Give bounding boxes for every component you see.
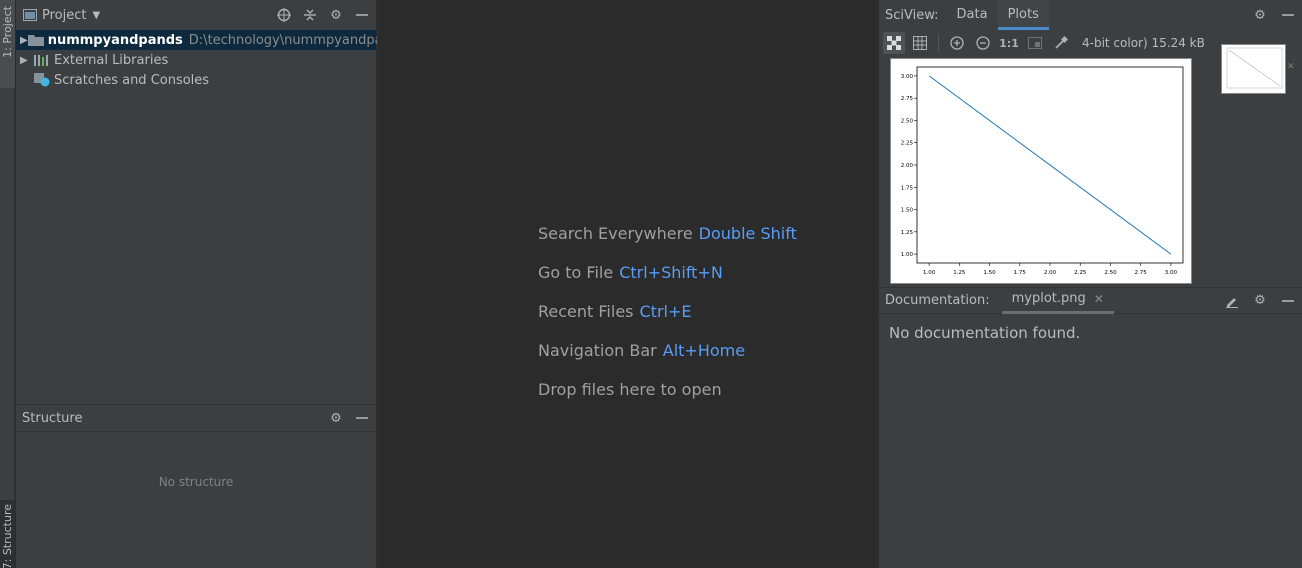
x-tick-label: 2.25 bbox=[1074, 270, 1087, 276]
x-tick-label: 2.00 bbox=[1044, 270, 1057, 276]
structure-empty-text: No structure bbox=[158, 475, 234, 489]
plot-thumbnail[interactable] bbox=[1221, 44, 1286, 94]
documentation-title: Documentation: bbox=[885, 293, 990, 308]
expand-arrow-icon[interactable]: ▶ bbox=[20, 55, 34, 66]
y-tick-label: 2.75 bbox=[901, 96, 914, 102]
tree-item-external-libraries[interactable]: ▶ External Libraries bbox=[16, 50, 376, 70]
tree-item-project-root[interactable]: ▶ nummpyandpands D:\technology\nummpyand… bbox=[16, 30, 406, 50]
sciview-tabs: SciView: Data Plots ⚙ bbox=[879, 0, 1302, 30]
x-tick-label: 1.50 bbox=[983, 270, 996, 276]
gear-icon[interactable]: ⚙ bbox=[1252, 293, 1268, 309]
editor-hints: Search Everywhere Double Shift Go to File… bbox=[538, 224, 797, 419]
x-tick-label: 2.75 bbox=[1135, 270, 1148, 276]
hint-label: Drop files here to open bbox=[538, 380, 722, 399]
hint-shortcut: Alt+Home bbox=[662, 341, 746, 360]
structure-panel-header: Structure ⚙ bbox=[16, 405, 376, 432]
tab-data[interactable]: Data bbox=[947, 0, 998, 30]
x-tick-label: 1.00 bbox=[923, 270, 936, 276]
tab-plots[interactable]: Plots bbox=[997, 0, 1049, 30]
chessboard-icon[interactable] bbox=[883, 32, 905, 54]
y-tick-label: 1.75 bbox=[901, 185, 914, 191]
y-tick-label: 1.50 bbox=[901, 208, 914, 214]
left-tool-strip: 1: Project 7: Structure bbox=[0, 0, 15, 568]
library-icon bbox=[34, 53, 50, 67]
hint-navigation-bar: Navigation Bar Alt+Home bbox=[538, 341, 797, 380]
thumbnail-chart bbox=[1226, 47, 1283, 89]
chevron-down-icon[interactable]: ▼ bbox=[92, 10, 100, 21]
expand-arrow-icon[interactable]: ▶ bbox=[20, 35, 28, 46]
series-line bbox=[928, 75, 1172, 255]
editor-area[interactable]: Search Everywhere Double Shift Go to File… bbox=[377, 0, 878, 568]
fit-to-window-icon[interactable] bbox=[1024, 32, 1046, 54]
collapse-all-icon[interactable] bbox=[302, 7, 318, 23]
ide-window: 1: Project 7: Structure Project ▼ ⚙ ▶ nu… bbox=[0, 0, 1302, 568]
documentation-body: No documentation found. bbox=[889, 324, 1081, 342]
tree-item-label: Scratches and Consoles bbox=[54, 72, 210, 88]
line-chart: 1.00 1.25 1.50 1.75 2.00 2.25 2.50 2.75 3.00 1.00… bbox=[901, 66, 1184, 276]
color-picker-icon[interactable] bbox=[1050, 32, 1072, 54]
locate-icon[interactable] bbox=[276, 7, 292, 23]
tree-item-label: nummpyandpands bbox=[47, 32, 183, 48]
minimize-icon[interactable] bbox=[354, 7, 370, 23]
y-tick-label: 2.25 bbox=[901, 141, 914, 147]
y-tick-label: 1.25 bbox=[901, 230, 914, 236]
structure-panel: Structure ⚙ No structure bbox=[16, 404, 376, 568]
grid-icon[interactable] bbox=[909, 32, 931, 54]
gear-icon[interactable]: ⚙ bbox=[328, 410, 344, 426]
hint-label: Search Everywhere bbox=[538, 224, 693, 243]
hint-drop-files: Drop files here to open bbox=[538, 380, 797, 419]
y-tick-label: 2.00 bbox=[901, 163, 914, 169]
project-panel: Project ▼ ⚙ ▶ nummpyandpands D:\technolo… bbox=[16, 0, 406, 404]
folder-icon bbox=[27, 33, 44, 47]
close-icon[interactable]: ✕ bbox=[1094, 287, 1104, 311]
structure-tool-tab[interactable]: 7: Structure bbox=[0, 500, 15, 568]
minimize-icon[interactable] bbox=[1280, 293, 1296, 309]
x-tick-label: 1.25 bbox=[953, 270, 966, 276]
actual-size-button[interactable]: 1:1 bbox=[998, 32, 1020, 54]
x-tick-label: 1.75 bbox=[1014, 270, 1027, 276]
project-panel-title[interactable]: Project bbox=[42, 8, 86, 23]
project-view-icon bbox=[22, 7, 38, 23]
project-tool-tab[interactable]: 1: Project bbox=[0, 0, 15, 88]
hint-label: Navigation Bar bbox=[538, 341, 657, 360]
hint-recent-files: Recent Files Ctrl+E bbox=[538, 302, 797, 341]
tree-item-label: External Libraries bbox=[54, 52, 169, 68]
documentation-header: Documentation: myplot.png ✕ ⚙ bbox=[879, 288, 1302, 314]
x-tick-label: 2.50 bbox=[1104, 270, 1117, 276]
hint-shortcut: Ctrl+E bbox=[639, 302, 692, 321]
structure-tool-tab-label: 7: Structure bbox=[1, 504, 14, 568]
minimize-icon[interactable] bbox=[354, 410, 370, 426]
plot-image[interactable]: 1.00 1.25 1.50 1.75 2.00 2.25 2.50 2.75 3.00 1.00… bbox=[890, 58, 1192, 284]
hint-shortcut: Double Shift bbox=[698, 224, 797, 243]
structure-panel-title: Structure bbox=[22, 410, 83, 426]
documentation-panel: Documentation: myplot.png ✕ ⚙ No documen… bbox=[879, 287, 1302, 568]
image-info: 4-bit color) 15.24 kB bbox=[1082, 36, 1205, 50]
hint-label: Recent Files bbox=[538, 302, 634, 321]
close-icon[interactable]: ✕ bbox=[1287, 62, 1295, 72]
scratches-icon bbox=[34, 73, 50, 87]
y-tick-label: 1.00 bbox=[901, 252, 914, 258]
x-tick-label: 3.00 bbox=[1165, 270, 1178, 276]
sciview-panel: SciView: Data Plots ⚙ 1:1 4-bit color) 1… bbox=[879, 0, 1302, 287]
minimize-icon[interactable] bbox=[1280, 7, 1296, 23]
hint-go-to-file: Go to File Ctrl+Shift+N bbox=[538, 263, 797, 302]
project-panel-header: Project ▼ ⚙ bbox=[16, 0, 376, 30]
project-tool-tab-label: 1: Project bbox=[1, 6, 14, 58]
sciview-title: SciView: bbox=[885, 7, 939, 23]
zoom-in-icon[interactable] bbox=[946, 32, 968, 54]
hint-search-everywhere: Search Everywhere Double Shift bbox=[538, 224, 797, 263]
hint-shortcut: Ctrl+Shift+N bbox=[619, 263, 723, 282]
doc-tab-label: myplot.png bbox=[1011, 291, 1086, 306]
hint-label: Go to File bbox=[538, 263, 614, 282]
edit-icon[interactable] bbox=[1224, 293, 1240, 309]
gear-icon[interactable]: ⚙ bbox=[328, 7, 344, 23]
gear-icon[interactable]: ⚙ bbox=[1252, 7, 1268, 23]
y-tick-label: 3.00 bbox=[901, 74, 914, 80]
tree-item-path: D:\technology\nummpyandpands bbox=[188, 32, 406, 48]
y-tick-label: 2.50 bbox=[901, 118, 914, 124]
tab-myplot[interactable]: myplot.png ✕ bbox=[1001, 287, 1114, 314]
zoom-out-icon[interactable] bbox=[972, 32, 994, 54]
tree-item-scratches[interactable]: Scratches and Consoles bbox=[16, 70, 376, 90]
